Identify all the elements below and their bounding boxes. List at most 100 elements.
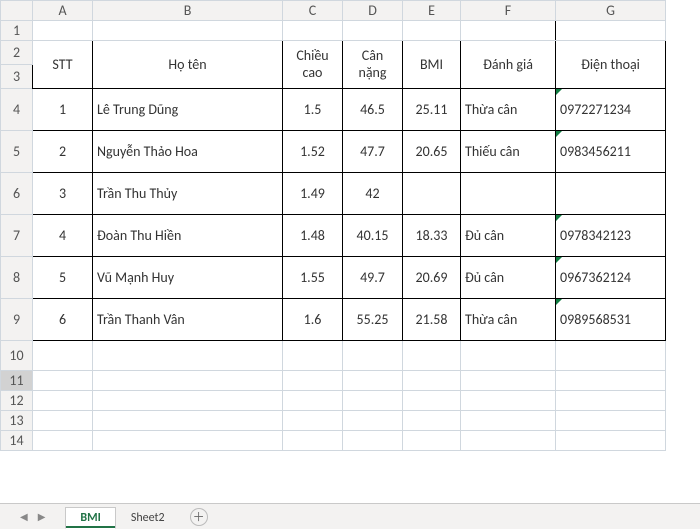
cell-f13[interactable] xyxy=(461,411,556,431)
col-head-a[interactable]: A xyxy=(33,1,93,21)
col-head-f[interactable]: F xyxy=(461,1,556,21)
cell-dt-3[interactable] xyxy=(556,173,666,215)
row-head-9[interactable]: 9 xyxy=(1,299,33,341)
cell-bmi-6[interactable]: 21.58 xyxy=(403,299,461,341)
row-head-11[interactable]: 11 xyxy=(1,371,33,391)
cell-c1[interactable] xyxy=(283,21,343,41)
cell-dg-3[interactable] xyxy=(461,173,556,215)
cell-c13[interactable] xyxy=(283,411,343,431)
cell-cc-1[interactable]: 1.5 xyxy=(283,89,343,131)
header-danh-gia[interactable]: Đánh giá xyxy=(461,41,556,89)
cell-d10[interactable] xyxy=(343,341,403,371)
header-can-nang[interactable]: Cân nặng xyxy=(343,41,403,89)
cell-bmi-3[interactable] xyxy=(403,173,461,215)
row-head-12[interactable]: 12 xyxy=(1,391,33,411)
row-head-2[interactable]: 2 xyxy=(1,41,33,65)
row-head-6[interactable]: 6 xyxy=(1,173,33,215)
cell-b14[interactable] xyxy=(93,431,283,451)
cell-d12[interactable] xyxy=(343,391,403,411)
row-head-8[interactable]: 8 xyxy=(1,257,33,299)
cell-cn-6[interactable]: 55.25 xyxy=(343,299,403,341)
cell-d1[interactable] xyxy=(343,21,403,41)
cell-g11[interactable] xyxy=(556,371,666,391)
row-head-14[interactable]: 14 xyxy=(1,431,33,451)
cell-stt-1[interactable]: 1 xyxy=(33,89,93,131)
cell-bmi-2[interactable]: 20.65 xyxy=(403,131,461,173)
cell-a10[interactable] xyxy=(33,341,93,371)
cell-stt-6[interactable]: 6 xyxy=(33,299,93,341)
cell-a1[interactable] xyxy=(33,21,93,41)
cell-cn-5[interactable]: 49.7 xyxy=(343,257,403,299)
cell-g10[interactable] xyxy=(556,341,666,371)
select-all-corner[interactable] xyxy=(1,1,33,21)
cell-cc-6[interactable]: 1.6 xyxy=(283,299,343,341)
cell-name-5[interactable]: Vũ Mạnh Huy xyxy=(93,257,283,299)
cell-b11[interactable] xyxy=(93,371,283,391)
cell-stt-4[interactable]: 4 xyxy=(33,215,93,257)
cell-g1[interactable] xyxy=(556,21,666,41)
cell-dg-4[interactable]: Đủ cân xyxy=(461,215,556,257)
header-stt[interactable]: STT xyxy=(33,41,93,89)
cell-cn-1[interactable]: 46.5 xyxy=(343,89,403,131)
cell-bmi-1[interactable]: 25.11 xyxy=(403,89,461,131)
cell-a14[interactable] xyxy=(33,431,93,451)
nav-next-icon[interactable]: ▶ xyxy=(38,510,46,523)
cell-stt-2[interactable]: 2 xyxy=(33,131,93,173)
header-chieu-cao[interactable]: Chiều cao xyxy=(283,41,343,89)
cell-e14[interactable] xyxy=(403,431,461,451)
cell-stt-5[interactable]: 5 xyxy=(33,257,93,299)
cell-c10[interactable] xyxy=(283,341,343,371)
cell-name-1[interactable]: Lê Trung Dũng xyxy=(93,89,283,131)
cell-d11[interactable] xyxy=(343,371,403,391)
cell-dg-5[interactable]: Đủ cân xyxy=(461,257,556,299)
cell-name-3[interactable]: Trần Thu Thủy xyxy=(93,173,283,215)
add-sheet-button[interactable]: ＋ xyxy=(190,508,208,526)
cell-dt-4[interactable]: 0978342123 xyxy=(556,215,666,257)
header-bmi[interactable]: BMI xyxy=(403,41,461,89)
cell-stt-3[interactable]: 3 xyxy=(33,173,93,215)
cell-cc-5[interactable]: 1.55 xyxy=(283,257,343,299)
cell-e12[interactable] xyxy=(403,391,461,411)
cell-d14[interactable] xyxy=(343,431,403,451)
cell-b1[interactable] xyxy=(93,21,283,41)
cell-e13[interactable] xyxy=(403,411,461,431)
col-head-c[interactable]: C xyxy=(283,1,343,21)
cell-b10[interactable] xyxy=(93,341,283,371)
cell-c12[interactable] xyxy=(283,391,343,411)
cell-g12[interactable] xyxy=(556,391,666,411)
worksheet-grid[interactable]: A B C D E F G 1 2 STT Họ tên Chiều cao C… xyxy=(0,0,700,503)
cell-dt-2[interactable]: 0983456211 xyxy=(556,131,666,173)
cell-f14[interactable] xyxy=(461,431,556,451)
cell-a12[interactable] xyxy=(33,391,93,411)
row-head-7[interactable]: 7 xyxy=(1,215,33,257)
cell-c14[interactable] xyxy=(283,431,343,451)
sheet-tab-sheet2[interactable]: Sheet2 xyxy=(116,507,180,528)
cell-bmi-4[interactable]: 18.33 xyxy=(403,215,461,257)
cell-dt-6[interactable]: 0989568531 xyxy=(556,299,666,341)
cell-dt-5[interactable]: 0967362124 xyxy=(556,257,666,299)
cell-f11[interactable] xyxy=(461,371,556,391)
cell-e10[interactable] xyxy=(403,341,461,371)
col-head-d[interactable]: D xyxy=(343,1,403,21)
cell-name-6[interactable]: Trần Thanh Vân xyxy=(93,299,283,341)
cell-b12[interactable] xyxy=(93,391,283,411)
cell-dg-1[interactable]: Thừa cân xyxy=(461,89,556,131)
cell-f10[interactable] xyxy=(461,341,556,371)
cell-f12[interactable] xyxy=(461,391,556,411)
header-dien-thoai[interactable]: Điện thoại xyxy=(556,41,666,89)
cell-bmi-5[interactable]: 20.69 xyxy=(403,257,461,299)
cell-c11[interactable] xyxy=(283,371,343,391)
cell-f1[interactable] xyxy=(461,21,556,41)
sheet-tab-bmi[interactable]: BMI xyxy=(65,507,115,529)
cell-a13[interactable] xyxy=(33,411,93,431)
row-head-1[interactable]: 1 xyxy=(1,21,33,41)
row-head-4[interactable]: 4 xyxy=(1,89,33,131)
cell-cn-4[interactable]: 40.15 xyxy=(343,215,403,257)
col-head-g[interactable]: G xyxy=(556,1,666,21)
row-head-3[interactable]: 3 xyxy=(1,65,33,89)
cell-cc-4[interactable]: 1.48 xyxy=(283,215,343,257)
cell-g13[interactable] xyxy=(556,411,666,431)
cell-a11[interactable] xyxy=(33,371,93,391)
cell-cn-3[interactable]: 42 xyxy=(343,173,403,215)
sheet-nav-arrows[interactable]: ◀ ▶ xyxy=(20,510,45,523)
